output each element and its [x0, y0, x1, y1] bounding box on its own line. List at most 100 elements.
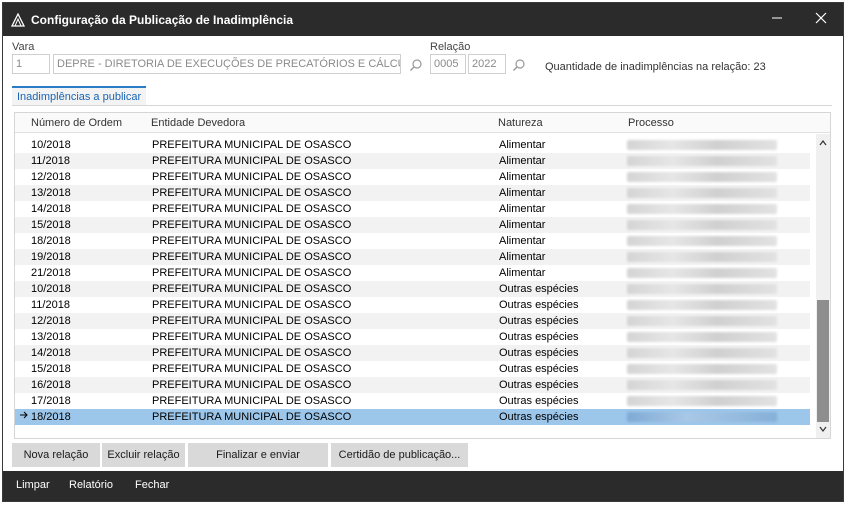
table-row[interactable]: 18/2018 PREFEITURA MUNICIPAL DE OSASCO Ali…	[15, 233, 810, 249]
vertical-scrollbar[interactable]	[816, 134, 830, 438]
cell-ordem: 21/2018	[31, 267, 71, 279]
cell-entidade: PREFEITURA MUNICIPAL DE OSASCO	[152, 347, 352, 359]
cell-natureza: Outras espécies	[499, 347, 579, 359]
cell-processo-redacted	[627, 380, 777, 390]
cell-natureza: Alimentar	[499, 219, 546, 231]
cell-natureza: Outras espécies	[499, 299, 579, 311]
cell-ordem: 11/2018	[31, 299, 70, 311]
table-row[interactable]: 12/2018 PREFEITURA MUNICIPAL DE OSASCO Out…	[15, 313, 810, 329]
cell-processo-redacted	[627, 236, 777, 246]
column-header-processo[interactable]: Processo	[628, 117, 674, 129]
scroll-down-icon[interactable]	[816, 422, 830, 436]
cell-ordem: 11/2018	[31, 155, 70, 167]
cell-ordem: 16/2018	[31, 379, 71, 391]
cell-natureza: Alimentar	[499, 251, 546, 263]
cell-entidade: PREFEITURA MUNICIPAL DE OSASCO	[152, 139, 352, 151]
cell-entidade: PREFEITURA MUNICIPAL DE OSASCO	[152, 187, 352, 199]
close-button[interactable]	[799, 3, 843, 36]
cell-entidade: PREFEITURA MUNICIPAL DE OSASCO	[152, 299, 352, 311]
fechar-link[interactable]: Fechar	[135, 479, 169, 491]
cell-entidade: PREFEITURA MUNICIPAL DE OSASCO	[152, 203, 352, 215]
table-row[interactable]: 13/2018 PREFEITURA MUNICIPAL DE OSASCO Ali…	[15, 185, 810, 201]
row-pointer-icon	[19, 410, 29, 423]
cell-natureza: Outras espécies	[499, 363, 579, 375]
table-row[interactable]: 19/2018 PREFEITURA MUNICIPAL DE OSASCO Ali…	[15, 249, 810, 265]
cell-ordem: 14/2018	[31, 347, 71, 359]
cell-entidade: PREFEITURA MUNICIPAL DE OSASCO	[152, 379, 352, 391]
cell-entidade: PREFEITURA MUNICIPAL DE OSASCO	[152, 219, 352, 231]
finalizar-enviar-button[interactable]: Finalizar e enviar	[188, 443, 328, 467]
vara-label: Vara	[12, 41, 35, 53]
cell-ordem: 13/2018	[31, 331, 71, 343]
cell-processo-redacted	[627, 172, 777, 182]
table-row[interactable]: 21/2018 PREFEITURA MUNICIPAL DE OSASCO Ali…	[15, 265, 810, 281]
cell-processo-redacted	[627, 252, 777, 262]
minimize-icon	[771, 12, 783, 27]
table-row[interactable]: 14/2018 PREFEITURA MUNICIPAL DE OSASCO Ali…	[15, 201, 810, 217]
column-header-ordem[interactable]: Número de Ordem	[31, 117, 122, 129]
excluir-relacao-button[interactable]: Excluir relação	[102, 443, 185, 467]
minimize-button[interactable]	[755, 3, 799, 36]
cell-processo-redacted	[627, 316, 777, 326]
cell-processo-redacted	[627, 204, 777, 214]
nova-relacao-button[interactable]: Nova relação	[12, 443, 100, 467]
table-row[interactable]: 18/2018 PREFEITURA MUNICIPAL DE OSASCO Out…	[15, 409, 810, 425]
quantidade-text: Quantidade de inadimplências na relação:…	[545, 61, 766, 73]
limpar-link[interactable]: Limpar	[16, 479, 50, 491]
table-row[interactable]: 14/2018 PREFEITURA MUNICIPAL DE OSASCO Out…	[15, 345, 810, 361]
cell-ordem: 19/2018	[31, 251, 71, 263]
table-row[interactable]: 10/2018 PREFEITURA MUNICIPAL DE OSASCO Ali…	[15, 137, 810, 153]
relatorio-link[interactable]: Relatório	[69, 479, 113, 491]
cell-ordem: 12/2018	[31, 315, 71, 327]
column-header-entidade[interactable]: Entidade Devedora	[151, 117, 245, 129]
cell-entidade: PREFEITURA MUNICIPAL DE OSASCO	[152, 155, 352, 167]
relacao-year-field[interactable]: 2022	[468, 54, 506, 74]
scroll-up-icon[interactable]	[816, 136, 830, 150]
relacao-number-field[interactable]: 0005	[430, 54, 466, 74]
cell-ordem: 18/2018	[31, 235, 71, 247]
scrollbar-thumb[interactable]	[817, 300, 829, 422]
cell-ordem: 17/2018	[31, 395, 71, 407]
cell-processo-redacted	[627, 348, 777, 358]
cell-ordem: 10/2018	[31, 283, 71, 295]
cell-natureza: Outras espécies	[499, 411, 579, 423]
cell-entidade: PREFEITURA MUNICIPAL DE OSASCO	[152, 283, 352, 295]
cell-entidade: PREFEITURA MUNICIPAL DE OSASCO	[152, 331, 352, 343]
vara-search-icon[interactable]	[407, 56, 425, 74]
cell-natureza: Alimentar	[499, 187, 546, 199]
table-row[interactable]: 13/2018 PREFEITURA MUNICIPAL DE OSASCO Out…	[15, 329, 810, 345]
table-row[interactable]: 15/2018 PREFEITURA MUNICIPAL DE OSASCO Out…	[15, 361, 810, 377]
table-row[interactable]: 16/2018 PREFEITURA MUNICIPAL DE OSASCO Out…	[15, 377, 810, 393]
cell-processo-redacted	[627, 332, 777, 342]
relacao-search-icon[interactable]	[510, 56, 528, 74]
dialog-window: Configuração da Publicação de Inadimplên…	[2, 2, 844, 502]
cell-natureza: Outras espécies	[499, 379, 579, 391]
title-bar[interactable]: Configuração da Publicação de Inadimplên…	[3, 3, 843, 36]
table-row[interactable]: 17/2018 PREFEITURA MUNICIPAL DE OSASCO Out…	[15, 393, 810, 409]
cell-processo-redacted	[627, 396, 777, 406]
cell-natureza: Alimentar	[499, 235, 546, 247]
cell-ordem: 10/2018	[31, 139, 71, 151]
cell-natureza: Alimentar	[499, 267, 546, 279]
table-row[interactable]: 12/2018 PREFEITURA MUNICIPAL DE OSASCO Ali…	[15, 169, 810, 185]
close-icon	[815, 12, 827, 27]
cell-entidade: PREFEITURA MUNICIPAL DE OSASCO	[152, 251, 352, 263]
column-header-natureza[interactable]: Natureza	[498, 117, 543, 129]
cell-natureza: Alimentar	[499, 155, 546, 167]
table-row[interactable]: 10/2018 PREFEITURA MUNICIPAL DE OSASCO Out…	[15, 281, 810, 297]
cell-entidade: PREFEITURA MUNICIPAL DE OSASCO	[152, 411, 352, 423]
inadimplencias-grid[interactable]: Número de Ordem Entidade Devedora Nature…	[14, 112, 831, 439]
cell-entidade: PREFEITURA MUNICIPAL DE OSASCO	[152, 171, 352, 183]
certidao-publicacao-button[interactable]: Certidão de publicação...	[331, 443, 468, 467]
cell-entidade: PREFEITURA MUNICIPAL DE OSASCO	[152, 267, 352, 279]
grid-header: Número de Ordem Entidade Devedora Nature…	[15, 113, 830, 133]
grid-rows: 10/2018 PREFEITURA MUNICIPAL DE OSASCO Ali…	[15, 137, 810, 425]
tab-divider	[12, 105, 832, 106]
table-row[interactable]: 11/2018 PREFEITURA MUNICIPAL DE OSASCO Out…	[15, 297, 810, 313]
vara-code-field[interactable]: 1	[12, 54, 50, 74]
table-row[interactable]: 11/2018 PREFEITURA MUNICIPAL DE OSASCO Ali…	[15, 153, 810, 169]
tab-inadimplencias[interactable]: Inadimplências a publicar	[12, 86, 147, 106]
cell-processo-redacted	[627, 364, 777, 374]
table-row[interactable]: 15/2018 PREFEITURA MUNICIPAL DE OSASCO Ali…	[15, 217, 810, 233]
vara-name-field[interactable]: DEPRE - DIRETORIA DE EXECUÇÕES DE PRECAT…	[53, 54, 401, 74]
